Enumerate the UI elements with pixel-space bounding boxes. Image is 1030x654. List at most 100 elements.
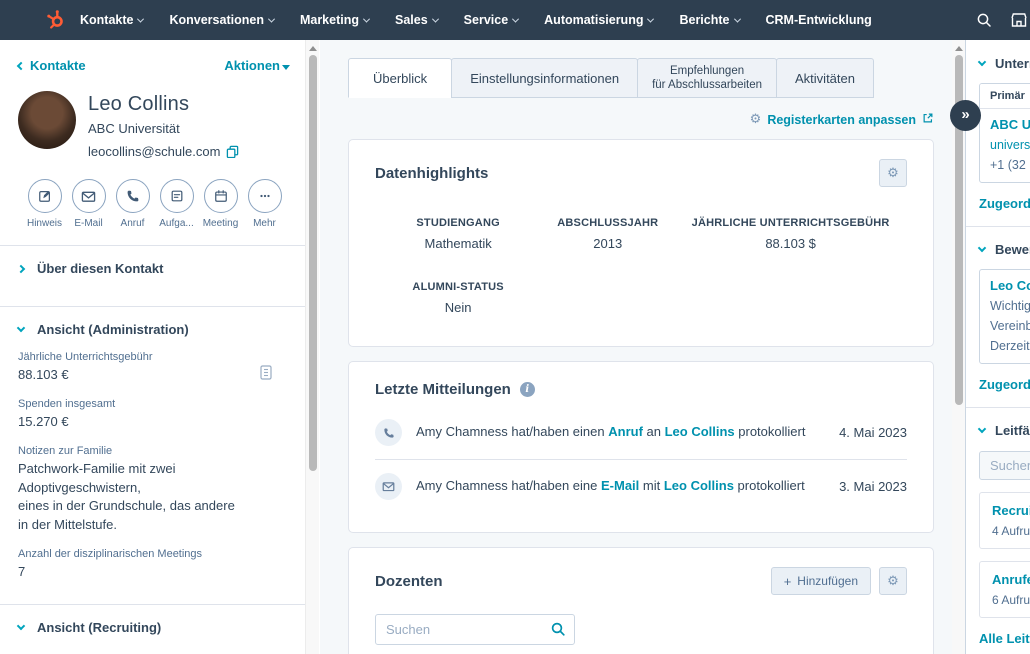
- nav-item-marketing[interactable]: Marketing: [300, 13, 371, 27]
- back-to-contacts-link[interactable]: Kontakte: [16, 58, 86, 73]
- email-icon: [375, 473, 402, 500]
- application-link[interactable]: Leo Collins: [990, 278, 1030, 293]
- playbook-link[interactable]: Anrufe: [992, 572, 1030, 587]
- nav-item-service[interactable]: Service: [464, 13, 520, 27]
- chevron-down-icon: [733, 15, 741, 23]
- contact-company: ABC Universität: [88, 121, 180, 136]
- dozenten-settings-button[interactable]: ⚙: [879, 567, 907, 595]
- scrollbar-thumb[interactable]: [308, 55, 317, 471]
- email-button[interactable]: E-Mail: [68, 179, 109, 229]
- nav-item-sales[interactable]: Sales: [395, 13, 439, 27]
- field-spenden-insgesamt: Spenden insgesamt 15.270 €: [18, 397, 116, 429]
- company-phone: +1 (32: [990, 158, 1026, 172]
- more-button[interactable]: Mehr: [244, 179, 285, 229]
- communication-text: Amy Chamness hat/haben eine E-Mail mit L…: [416, 478, 805, 494]
- field-anzahl-disziplinarische-meetings: Anzahl der disziplinarischen Meetings 7: [18, 548, 203, 580]
- activity-type-link[interactable]: Anruf: [608, 424, 643, 439]
- calculation-icon[interactable]: [260, 365, 272, 385]
- tab-aktivitaeten[interactable]: Aktivitäten: [776, 58, 874, 98]
- highlights-settings-button[interactable]: ⚙: [879, 159, 907, 187]
- chevron-down-icon: [977, 57, 987, 67]
- view-all-playbooks-link[interactable]: Alle Leitfäden: [979, 631, 1030, 646]
- contact-name: Leo Collins: [88, 93, 190, 115]
- section-about-contact[interactable]: Über diesen Kontakt: [16, 261, 290, 290]
- nav-item-automatisierung[interactable]: Automatisierung: [544, 13, 655, 27]
- section-leitfaeden[interactable]: Leitfäden: [977, 423, 1030, 438]
- chevron-down-icon: [16, 323, 26, 333]
- call-button[interactable]: Anruf: [112, 179, 153, 229]
- highlight-abschlussjahr: ABSCHLUSSJAHR 2013: [557, 217, 659, 251]
- activity-type-link[interactable]: E-Mail: [601, 478, 639, 493]
- add-dozent-button[interactable]: + Hinzufügen: [770, 567, 871, 595]
- playbook-views: 4 Aufrufe: [992, 524, 1030, 538]
- chevron-down-icon: [977, 243, 987, 253]
- copy-icon[interactable]: [226, 145, 239, 158]
- playbook-card[interactable]: Recruiting 4 Aufrufe: [979, 492, 1030, 549]
- hubspot-logo-icon[interactable]: [44, 9, 66, 31]
- card-datenhighlights: Datenhighlights ⚙ STUDIENGANG Mathematik…: [348, 139, 934, 347]
- company-card: Primär ABC Universität universitaet.com …: [979, 83, 1030, 183]
- scroll-up-arrow[interactable]: [308, 46, 317, 51]
- communication-row-email[interactable]: Amy Chamness hat/haben eine E-Mail mit L…: [375, 459, 907, 513]
- playbook-link[interactable]: Recruiting: [992, 503, 1030, 518]
- section-ansicht-recruiting[interactable]: Ansicht (Recruiting): [16, 620, 290, 649]
- search-icon[interactable]: [550, 621, 566, 642]
- scroll-up-arrow[interactable]: [954, 46, 963, 51]
- field-notizen-zur-familie: Notizen zur Familie Patchwork-Familie mi…: [18, 444, 235, 533]
- top-navigation: Kontakte Konversationen Marketing Sales …: [0, 0, 1030, 40]
- expand-right-panel-button[interactable]: »: [950, 100, 981, 131]
- actions-dropdown[interactable]: Aktionen: [224, 58, 290, 73]
- chevron-right-icon: [16, 264, 26, 273]
- nav-item-crm-entwicklung[interactable]: CRM-Entwicklung: [766, 13, 872, 27]
- highlight-jaehrliche-unterrichtsgebuehr: JÄHRLICHE UNTERRICHTSGEBÜHR 88.103 $: [691, 217, 890, 251]
- customize-tabs-link[interactable]: ⚙ Registerkarten anpassen: [348, 112, 934, 127]
- note-button[interactable]: Hinweis: [24, 179, 65, 229]
- chevron-down-icon: [977, 424, 987, 434]
- view-associated-applications-link[interactable]: Zugeordnete: [979, 377, 1030, 392]
- info-icon[interactable]: i: [519, 382, 535, 397]
- chevron-down-icon: [267, 15, 275, 23]
- nav-item-kontakte[interactable]: Kontakte: [80, 13, 145, 27]
- playbook-views: 6 Aufrufe: [992, 593, 1030, 607]
- marketplace-icon[interactable]: [1010, 12, 1028, 28]
- nav-item-berichte[interactable]: Berichte: [679, 13, 741, 27]
- card-letzte-mitteilungen: Letzte Mitteilungen i Amy Chamness hat/h…: [348, 361, 934, 533]
- gear-icon: ⚙: [887, 573, 899, 589]
- view-associated-companies-link[interactable]: Zugeordnete: [979, 196, 1030, 211]
- company-link[interactable]: ABC Universität: [990, 117, 1030, 132]
- hubspot-crm-app: Kontakte Konversationen Marketing Sales …: [0, 0, 1030, 654]
- card-title: Dozenten: [375, 572, 443, 590]
- field-jaehrliche-unterrichtsgebuehr: Jährliche Unterrichtsgebühr 88.103 €: [18, 351, 290, 385]
- tab-ueberblick[interactable]: Überblick: [348, 58, 453, 98]
- contact-email[interactable]: leocollins@schule.com: [88, 144, 220, 159]
- task-button[interactable]: Aufga...: [156, 179, 197, 229]
- section-ansicht-administration[interactable]: Ansicht (Administration): [16, 322, 290, 351]
- note-icon: [27, 179, 62, 213]
- gear-icon: ⚙: [749, 112, 762, 127]
- external-link-icon: [922, 112, 934, 127]
- main-scrollbar[interactable]: [952, 40, 965, 654]
- tab-empfehlungen-abschlussarbeiten[interactable]: Empfehlungen für Abschlussarbeiten: [637, 58, 778, 98]
- communication-date: 3. Mai 2023: [839, 479, 907, 494]
- playbooks-search-input[interactable]: [979, 451, 1030, 480]
- divider: [966, 407, 1030, 408]
- dozenten-search-input[interactable]: [375, 614, 575, 645]
- nav-item-konversationen[interactable]: Konversationen: [169, 13, 275, 27]
- quick-actions-row: Hinweis E-Mail Anruf Aufga... Meeting Me…: [24, 179, 290, 229]
- section-bewerbungen[interactable]: Bewerbungen: [977, 242, 1030, 257]
- meeting-button[interactable]: Meeting: [200, 179, 241, 229]
- playbook-card[interactable]: Anrufe 6 Aufrufe: [979, 561, 1030, 618]
- section-unternehmen[interactable]: Unternehmen: [977, 56, 1030, 71]
- plus-icon: +: [783, 573, 792, 589]
- contact-sidebar: Kontakte Aktionen Leo Collins ABC Univer…: [0, 40, 306, 654]
- communication-text: Amy Chamness hat/haben einen Anruf an Le…: [416, 424, 806, 440]
- company-website-link[interactable]: universitaet.com: [990, 138, 1030, 152]
- chevron-down-icon: [431, 15, 439, 23]
- contact-link[interactable]: Leo Collins: [665, 424, 735, 439]
- tab-einstellungsinformationen[interactable]: Einstellungsinformationen: [451, 58, 639, 98]
- sidebar-scrollbar[interactable]: [305, 40, 319, 654]
- communication-row-call[interactable]: Amy Chamness hat/haben einen Anruf an Le…: [375, 406, 907, 459]
- email-icon: [71, 179, 106, 213]
- search-icon[interactable]: [976, 12, 992, 28]
- contact-link[interactable]: Leo Collins: [664, 478, 734, 493]
